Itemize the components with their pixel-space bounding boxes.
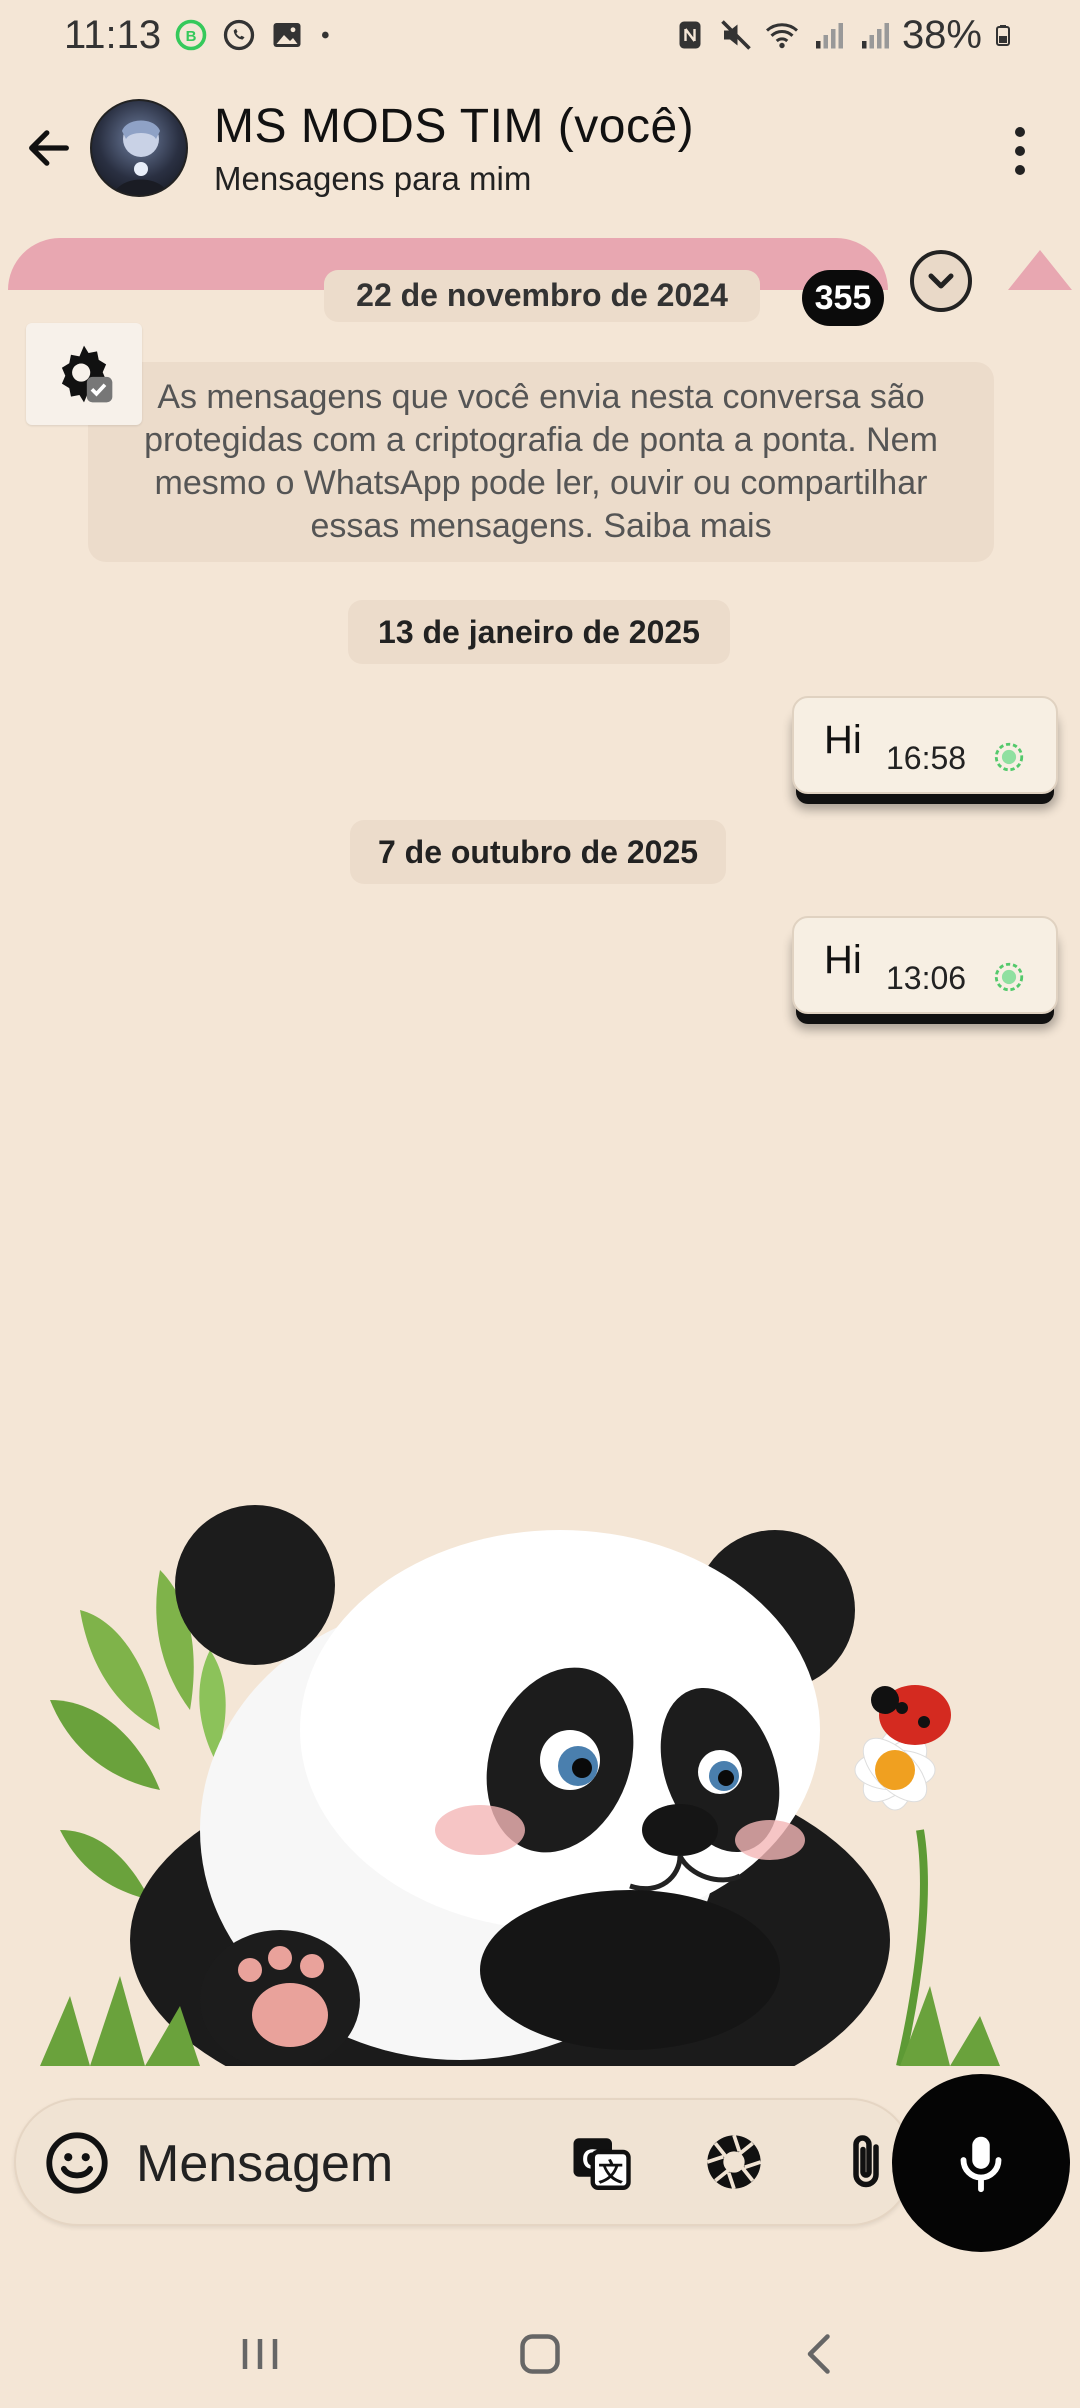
battery-icon [996,25,1010,46]
settings-shortcut[interactable] [26,323,142,425]
date-separator-label: 7 de outubro de 2025 [377,833,699,870]
gallery-icon [273,23,301,47]
encryption-notice[interactable]: As mensagens que você envia nesta conver… [88,362,994,562]
camera-icon[interactable] [702,2130,766,2194]
system-nav-bar [0,2300,1080,2408]
message-input[interactable] [136,2134,556,2194]
scroll-down-button[interactable] [910,250,972,312]
chevron-down-icon [928,273,954,289]
contact-name: MS MODS TIM (você) [214,99,695,153]
date-separator: 13 de janeiro de 2025 [348,600,730,664]
message-time: 13:06 [886,960,967,996]
gear-icon [61,345,113,403]
dot-icon [322,31,329,39]
unread-count-badge[interactable]: 355 [802,270,884,326]
sent-status-icon [994,962,1024,992]
home-button[interactable] [500,2314,580,2394]
back-button[interactable] [14,113,84,183]
dot [1015,146,1025,156]
recent-apps-button[interactable] [220,2314,300,2394]
date-separator-label: 22 de novembro de 2024 [356,277,728,313]
mic-button[interactable] [892,2074,1070,2252]
recent-apps-icon [242,2339,278,2369]
back-nav-button[interactable] [780,2314,860,2394]
svg-text:B: B [186,28,197,45]
sent-status-icon [994,742,1024,772]
message-text: Hi [824,938,862,982]
avatar-image-icon [113,120,169,195]
emoji-icon[interactable] [42,2128,112,2198]
panda-wallpaper-illustration [40,1505,1000,2066]
more-options-button[interactable] [990,116,1050,186]
date-separator-label: 13 de janeiro de 2025 [378,613,700,650]
translate-icon[interactable]: G文 [568,2130,634,2196]
encryption-notice-text: As mensagens que você envia nesta conver… [144,378,938,545]
nfc-icon [679,21,701,49]
date-separator: 7 de outubro de 2025 [350,820,726,884]
signal-icon [815,23,843,49]
dot [1015,127,1025,137]
compose-bar: G文 [14,2098,914,2226]
home-icon [520,2334,560,2374]
mic-icon [960,2136,1002,2193]
date-separator-top: 22 de novembro de 2024 [324,270,760,322]
dot [1015,165,1025,175]
wifi-icon [765,23,798,49]
avatar[interactable] [90,99,188,197]
mute-icon [721,20,751,50]
svg-text:文: 文 [598,2158,623,2187]
contact-subtitle: Mensagens para mim [214,159,532,197]
whatsapp-business-icon: B [175,19,207,51]
message-bubble[interactable]: Hi 13:06 [792,916,1058,1014]
attach-icon[interactable] [836,2126,896,2198]
chevron-left-icon [807,2334,830,2374]
status-bar: 11:13 B 38% [0,0,1080,70]
battery-percent: 38% [901,12,982,57]
message-time: 16:58 [886,740,967,776]
wallpaper-pink-triangle [1008,250,1072,290]
contact-info[interactable]: MS MODS TIM (você) Mensagens para mim [214,99,694,198]
message-text: Hi [824,718,862,762]
whatsapp-icon [223,19,255,51]
chat-header: MS MODS TIM (você) Mensagens para mim [0,88,1080,208]
status-time: 11:13 [64,12,162,57]
arrow-back-icon [29,130,69,166]
message-bubble[interactable]: Hi 16:58 [792,696,1058,794]
signal-icon [861,23,889,49]
